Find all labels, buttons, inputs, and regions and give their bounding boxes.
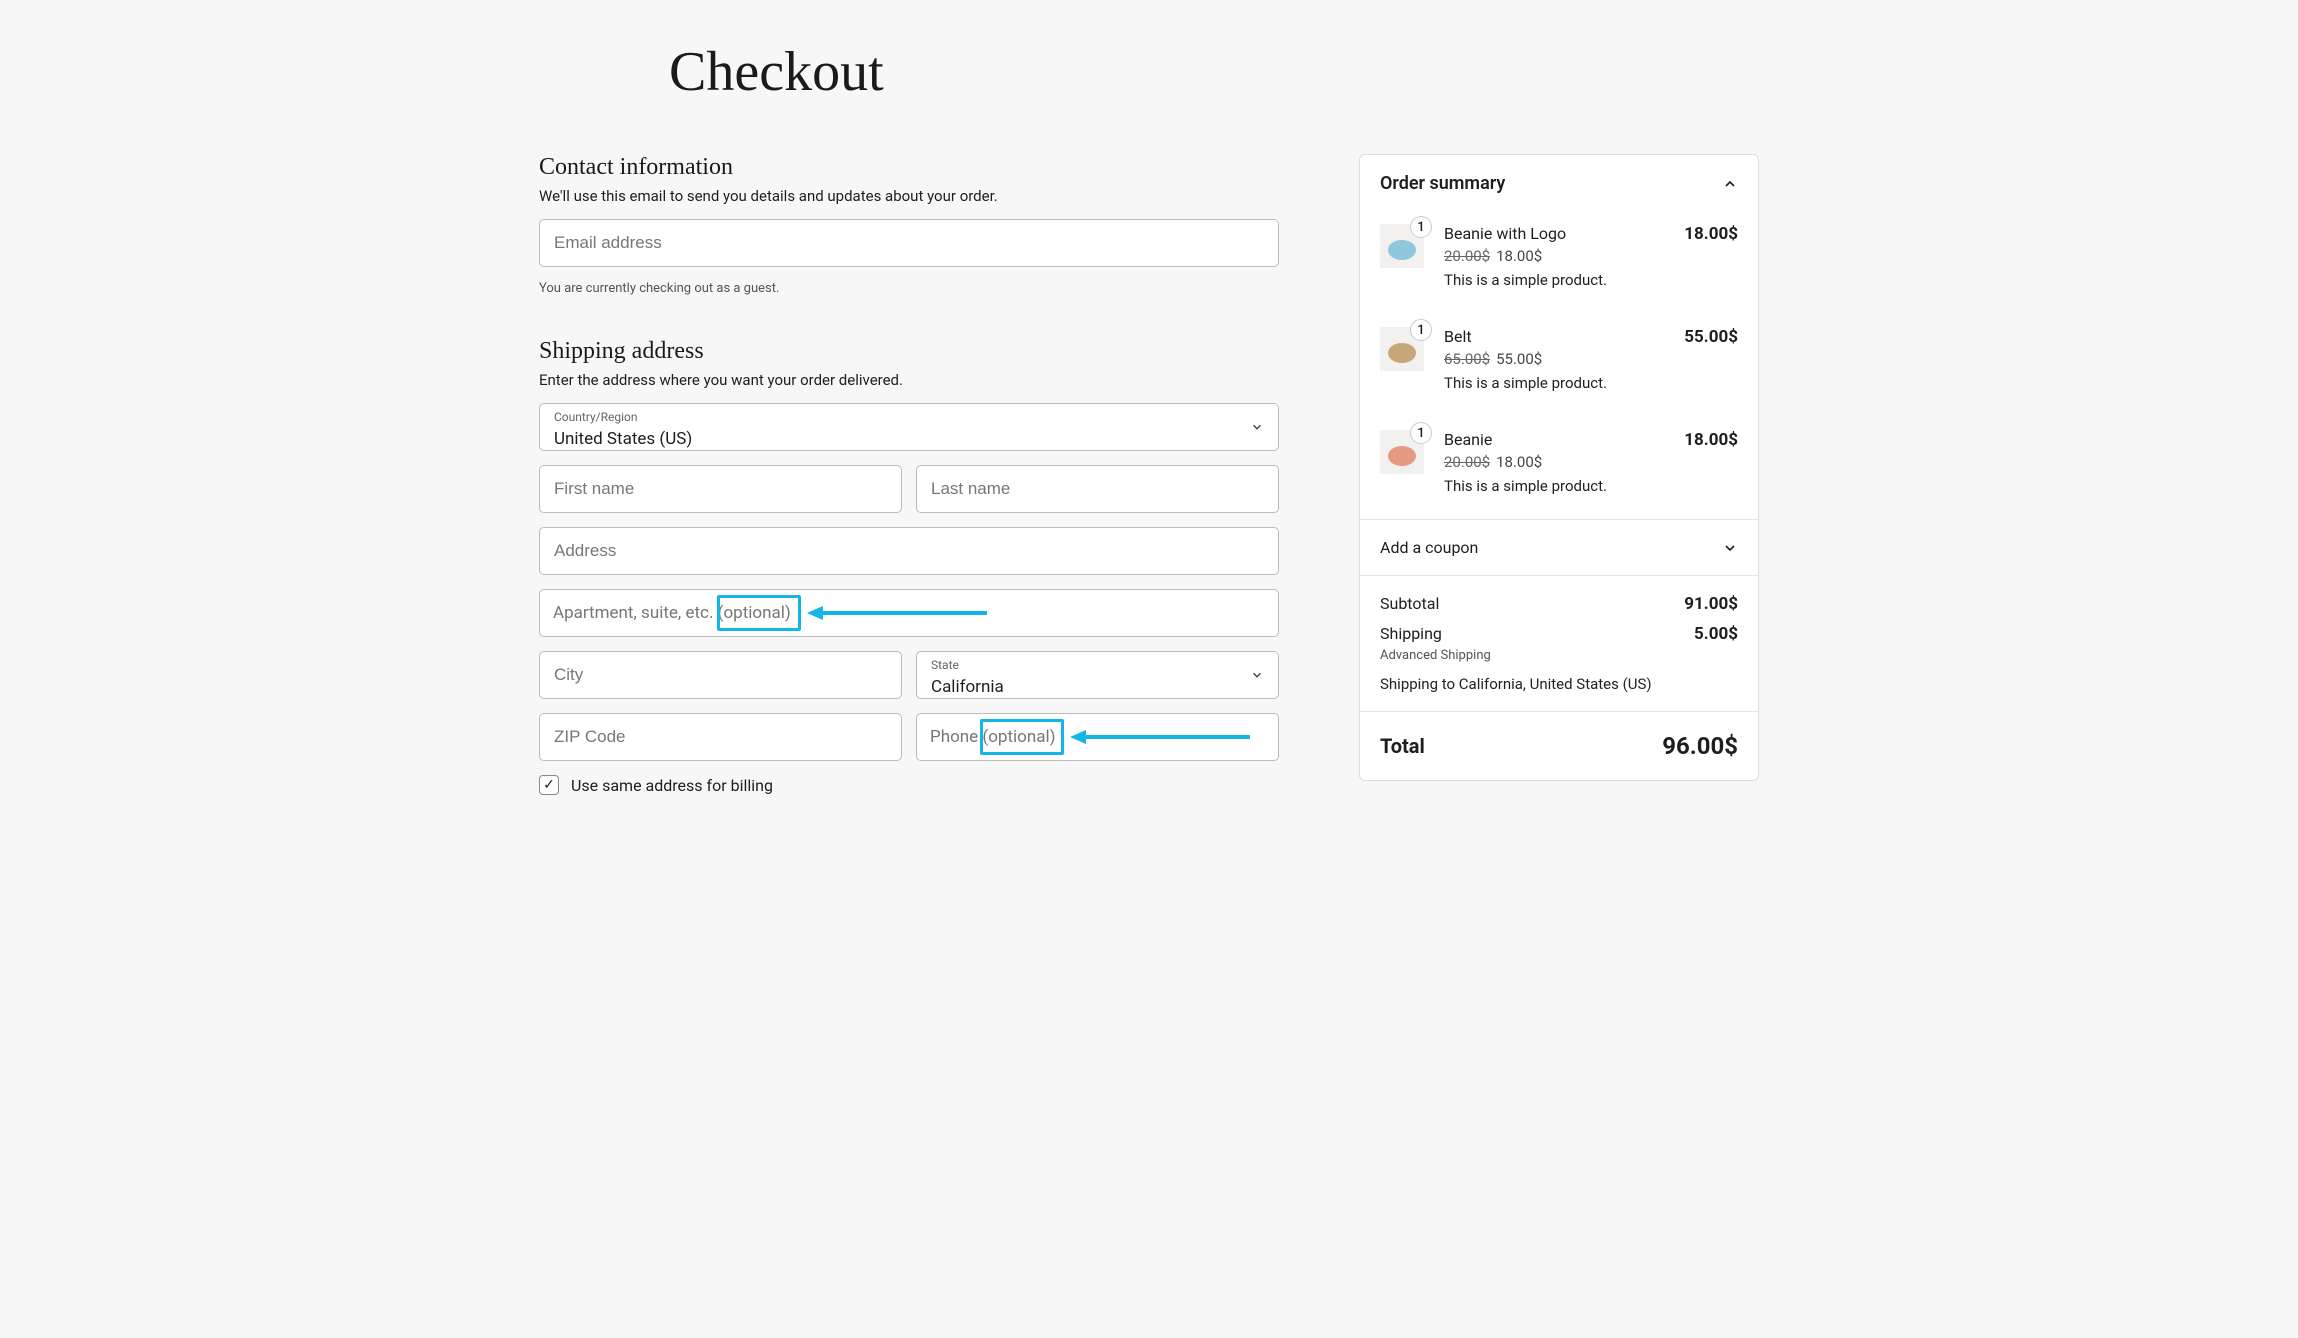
item-name: Belt: [1444, 327, 1670, 346]
country-float-label: Country/Region: [554, 410, 638, 424]
coupon-label: Add a coupon: [1380, 538, 1478, 557]
email-field[interactable]: [539, 219, 1279, 267]
contact-heading: Contact information: [539, 154, 1279, 181]
phone-field[interactable]: [916, 713, 1279, 761]
item-total: 18.00$: [1684, 224, 1738, 289]
item-prices: 20.00$18.00$: [1444, 453, 1670, 471]
contact-sub: We'll use this email to send you details…: [539, 187, 1279, 205]
order-summary-card: Order summary 1 Beanie with Logo 20.00$18.…: [1359, 154, 1759, 781]
item-thumbnail: 1: [1380, 327, 1424, 371]
item-thumbnail: 1: [1380, 224, 1424, 268]
page-title: Checkout: [669, 40, 1759, 104]
item-thumbnail: 1: [1380, 430, 1424, 474]
subtotal-value: 91.00$: [1684, 594, 1738, 614]
address-field[interactable]: [539, 527, 1279, 575]
total-label: Total: [1380, 734, 1425, 758]
shipping-to: Shipping to California, United States (U…: [1380, 675, 1738, 693]
item-name: Beanie: [1444, 430, 1670, 449]
summary-heading: Order summary: [1380, 173, 1505, 194]
last-name-field[interactable]: [916, 465, 1279, 513]
same-billing-label: Use same address for billing: [571, 776, 773, 795]
chevron-down-icon: [1250, 420, 1264, 434]
country-select[interactable]: Country/Region United States (US): [539, 403, 1279, 451]
item-prices: 20.00$18.00$: [1444, 247, 1670, 265]
item-total: 18.00$: [1684, 430, 1738, 495]
section-contact: Contact information We'll use this email…: [539, 154, 1279, 296]
chevron-down-icon: [1250, 668, 1264, 682]
item-prices: 65.00$55.00$: [1444, 350, 1670, 368]
subtotal-label: Subtotal: [1380, 594, 1439, 613]
chevron-down-icon: [1722, 540, 1738, 556]
total-value: 96.00$: [1662, 732, 1738, 760]
shipping-heading: Shipping address: [539, 338, 1279, 365]
state-value: California: [917, 656, 1278, 700]
item-desc: This is a simple product.: [1444, 271, 1670, 289]
zip-field[interactable]: [539, 713, 902, 761]
coupon-toggle[interactable]: Add a coupon: [1360, 519, 1758, 575]
same-billing-checkbox[interactable]: [539, 775, 559, 795]
item-qty-badge: 1: [1410, 216, 1432, 238]
item-desc: This is a simple product.: [1444, 477, 1670, 495]
shipping-label: Shipping: [1380, 624, 1442, 643]
chevron-up-icon[interactable]: [1722, 176, 1738, 192]
item-qty-badge: 1: [1410, 422, 1432, 444]
shipping-value: 5.00$: [1694, 624, 1738, 644]
item-total: 55.00$: [1684, 327, 1738, 392]
section-shipping: Shipping address Enter the address where…: [539, 338, 1279, 795]
state-float-label: State: [931, 658, 959, 672]
state-select[interactable]: State California: [916, 651, 1279, 699]
shipping-method: Advanced Shipping: [1380, 648, 1738, 663]
city-field[interactable]: [539, 651, 902, 699]
item-desc: This is a simple product.: [1444, 374, 1670, 392]
country-value: United States (US): [540, 408, 1278, 452]
item-qty-badge: 1: [1410, 319, 1432, 341]
summary-item: 1 Beanie 20.00$18.00$ This is a simple prod…: [1380, 416, 1738, 519]
first-name-field[interactable]: [539, 465, 902, 513]
apt-field[interactable]: [539, 589, 1279, 637]
item-name: Beanie with Logo: [1444, 224, 1670, 243]
summary-item: 1 Beanie with Logo 20.00$18.00$ This is a s…: [1380, 210, 1738, 313]
shipping-sub: Enter the address where you want your or…: [539, 371, 1279, 389]
summary-item: 1 Belt 65.00$55.00$ This is a simple produc…: [1380, 313, 1738, 416]
guest-hint: You are currently checking out as a gues…: [539, 281, 1279, 296]
